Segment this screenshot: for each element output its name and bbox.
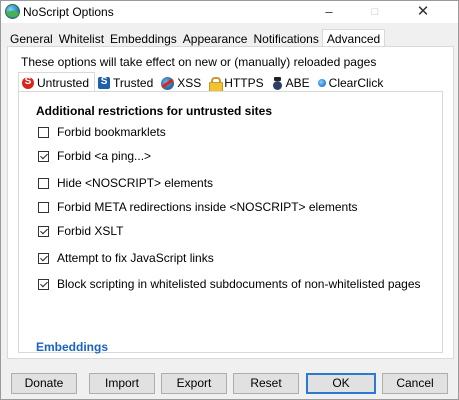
section-title: Additional restrictions for untrusted si… [36, 104, 273, 118]
noscript-icon [22, 76, 34, 89]
abe-icon [272, 76, 283, 90]
option-forbid-a-ping[interactable]: Forbid <a ping...> [38, 149, 151, 163]
option-label: Forbid META redirections inside <NOSCRIP… [57, 200, 358, 214]
reset-button[interactable]: Reset [233, 373, 299, 394]
checkbox[interactable] [38, 177, 49, 189]
subtab-trusted[interactable]: Trusted [95, 74, 158, 92]
option-label: Forbid bookmarklets [57, 125, 166, 139]
option-label: Attempt to fix JavaScript links [57, 251, 214, 265]
tab-whitelist[interactable]: Whitelist [56, 31, 107, 47]
subtab-untrusted-label: Untrusted [37, 75, 90, 90]
option-fix-javascript-links[interactable]: Attempt to fix JavaScript links [38, 251, 214, 265]
subtab-clearclick[interactable]: ClearClick [315, 74, 389, 92]
untrusted-panel: Additional restrictions for untrusted si… [18, 91, 443, 354]
cancel-button[interactable]: Cancel [382, 373, 448, 394]
maximize-button[interactable]: □ [355, 1, 395, 23]
subtab-https-label: HTTPS [224, 76, 264, 90]
tab-general[interactable]: General [7, 31, 56, 47]
import-button[interactable]: Import [89, 373, 155, 394]
main-tab-bar: General Whitelist Embeddings Appearance … [7, 29, 386, 47]
donate-button[interactable]: Donate [11, 373, 77, 394]
tab-embeddings[interactable]: Embeddings [107, 31, 180, 47]
subtab-abe[interactable]: ABE [269, 74, 315, 92]
subtab-https[interactable]: HTTPS [206, 74, 268, 92]
option-label: Block scripting in whitelisted subdocume… [57, 277, 421, 291]
subtab-untrusted[interactable]: Untrusted [18, 72, 96, 92]
clearclick-icon [317, 79, 326, 87]
title-bar: NoScript Options – □ ✕ [1, 1, 458, 23]
option-label: Forbid XSLT [57, 224, 124, 238]
close-button[interactable]: ✕ [403, 1, 443, 23]
option-forbid-xslt[interactable]: Forbid XSLT [38, 224, 123, 238]
advanced-sub-tab-bar: Untrusted Trusted XSS HTTPS ABE ClearCli… [18, 72, 388, 92]
tab-appearance[interactable]: Appearance [180, 31, 251, 47]
option-label: Forbid <a ping...> [57, 149, 152, 163]
checkbox[interactable] [38, 201, 49, 213]
advanced-panel: These options will take effect on new or… [7, 46, 454, 359]
checkbox[interactable] [38, 150, 49, 162]
tab-advanced[interactable]: Advanced [321, 29, 386, 47]
checkbox[interactable] [38, 126, 49, 138]
https-lock-icon [209, 76, 224, 92]
subtab-xss[interactable]: XSS [158, 74, 206, 92]
subtab-xss-label: XSS [177, 76, 202, 90]
option-block-scripting-subdocuments[interactable]: Block scripting in whitelisted subdocume… [38, 277, 421, 291]
minimize-button[interactable]: – [309, 1, 349, 23]
checkbox[interactable] [38, 278, 49, 290]
subtab-abe-label: ABE [285, 76, 310, 90]
checkbox[interactable] [38, 252, 49, 264]
noscript-globe-icon [5, 4, 20, 19]
tab-notifications[interactable]: Notifications [250, 31, 321, 47]
trusted-icon [98, 76, 111, 89]
export-button[interactable]: Export [161, 373, 227, 394]
xss-icon [161, 76, 175, 90]
subtab-trusted-label: Trusted [113, 76, 154, 90]
reload-notice: These options will take effect on new or… [21, 55, 377, 69]
noscript-options-window: NoScript Options – □ ✕ General Whitelist… [0, 0, 459, 400]
option-forbid-bookmarklets[interactable]: Forbid bookmarklets [38, 125, 166, 139]
subtab-clearclick-label: ClearClick [328, 76, 384, 90]
checkbox[interactable] [38, 225, 49, 237]
option-forbid-meta-redirections[interactable]: Forbid META redirections inside <NOSCRIP… [38, 200, 358, 214]
embeddings-link[interactable]: Embeddings [36, 340, 108, 354]
option-hide-noscript[interactable]: Hide <NOSCRIPT> elements [38, 176, 213, 190]
window-title: NoScript Options [23, 5, 114, 19]
option-label: Hide <NOSCRIPT> elements [57, 176, 214, 190]
ok-button[interactable]: OK [306, 373, 376, 394]
